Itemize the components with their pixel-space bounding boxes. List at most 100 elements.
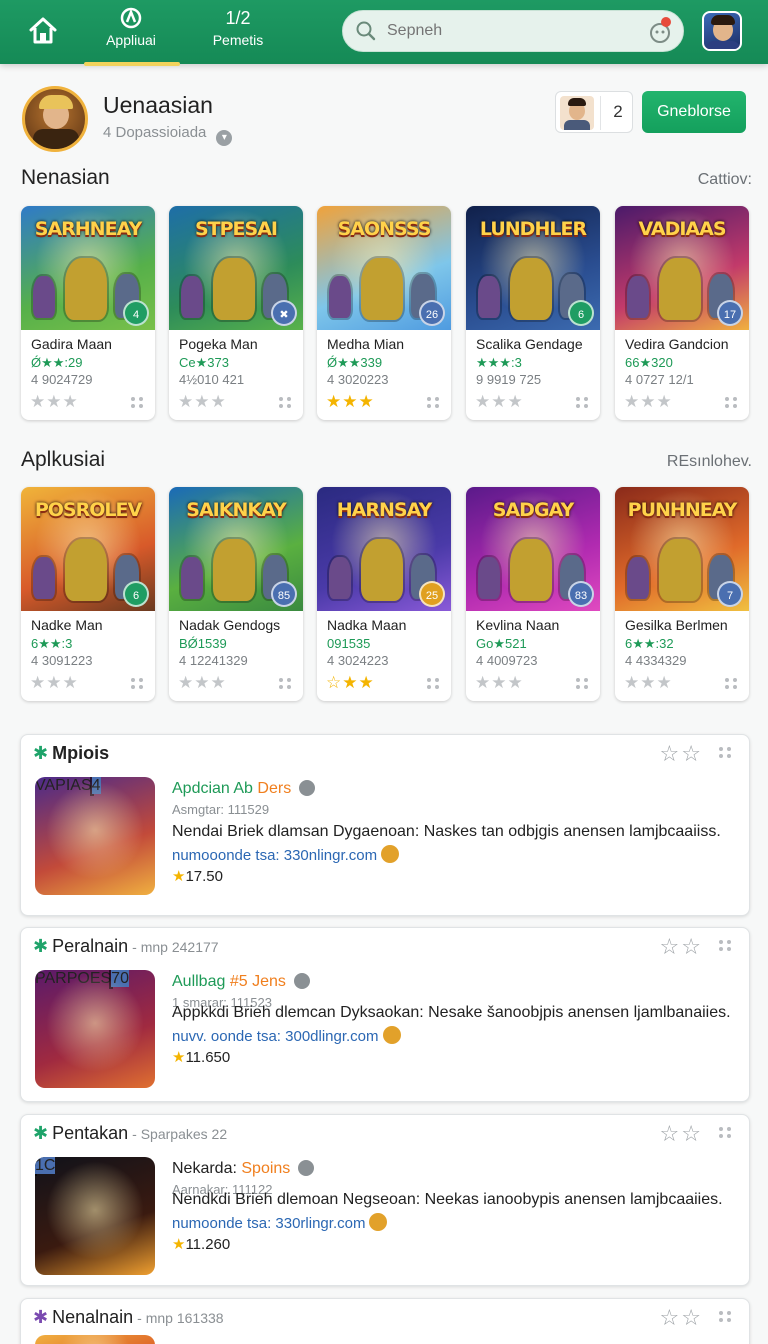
more-options-icon[interactable] <box>719 747 733 761</box>
more-options-icon[interactable] <box>279 678 293 690</box>
tab-apps-label: Appliuai <box>106 32 156 48</box>
profile-avatar[interactable] <box>22 86 88 152</box>
favorite-stars[interactable]: ☆☆ <box>660 741 703 767</box>
search-bar[interactable] <box>342 10 684 52</box>
star-rating[interactable]: ★★★ <box>30 673 79 693</box>
app-badge: 6 <box>568 300 594 326</box>
chevron-down-icon[interactable]: ▾ <box>216 130 233 146</box>
featured-item-link[interactable]: numooonde tsa: 330nlingr.com <box>172 845 400 864</box>
app-card[interactable]: SARHNEAY 4 Gadira Maan Ǿ★★:29 4 9024729 ★★★ <box>21 206 155 420</box>
app-card[interactable]: LUNDHLER 6 Scalika Gendage ★★★:3 9 9919 725 ★… <box>466 206 600 420</box>
star-rating[interactable]: ★★★ <box>178 392 227 412</box>
more-options-icon[interactable] <box>719 1311 733 1325</box>
profile-header: Uenaasian 4 Dopassioiada ▾ 2 Gneblorse <box>0 80 768 160</box>
section-see-all-link[interactable]: REsınlohev. <box>667 453 752 471</box>
app-badge: 85 <box>271 581 297 607</box>
character-figure <box>659 539 701 601</box>
chevron-down-icon[interactable] <box>299 780 316 796</box>
featured-item-title-main: Aullbag <box>172 973 226 990</box>
star-rating[interactable]: ★★★ <box>30 392 79 412</box>
app-thumbnail[interactable]: HARNSAY 25 <box>317 487 451 611</box>
more-options-icon[interactable] <box>427 397 441 409</box>
app-rating-text: 6★★:3 <box>31 636 73 651</box>
gear-icon: ✱ <box>33 1123 49 1143</box>
app-card[interactable]: STPESAI ✖ Pogeka Man Ce★373 4½010 421 ★★★ <box>169 206 303 420</box>
app-badge: 17 <box>717 300 743 326</box>
section-see-all-link[interactable]: Cattiov: <box>698 171 752 189</box>
user-avatar[interactable] <box>702 11 742 51</box>
featured-item[interactable]: ✱Mpiois ☆☆ VAPIAS4 Apdcian Ab Ders Asmgtar: … <box>20 734 750 916</box>
featured-item-title[interactable]: Aullbag #5 Jens <box>172 973 310 991</box>
app-card[interactable]: PUNHNEAY 7 Gesilka Berlmen 6★★:32 4 4334329 ★… <box>615 487 749 701</box>
star-rating[interactable]: ☆★★ <box>326 673 375 693</box>
more-options-icon[interactable] <box>576 397 590 409</box>
star-rating[interactable]: ★★★ <box>475 392 524 412</box>
app-thumbnail[interactable]: POSROLEV 6 <box>21 487 155 611</box>
app-thumbnail[interactable]: STPESAI ✖ <box>169 206 303 330</box>
featured-item-link[interactable]: nuvv. oonde tsa: 300dlingr.com <box>172 1026 401 1045</box>
featured-item[interactable]: ✱Pentakan- Sparpakes 22 ☆☆ 1C Nekarda: Spoi… <box>20 1114 750 1286</box>
star-rating[interactable]: ★★★ <box>178 673 227 693</box>
star-rating[interactable]: ★★★ <box>624 392 673 412</box>
app-thumbnail[interactable]: VADIAAS 17 <box>615 206 749 330</box>
tab-apps[interactable]: Appliuai <box>84 6 180 66</box>
app-thumbnail[interactable]: SARHNEAY 4 <box>21 206 155 330</box>
followers-widget[interactable]: 2 <box>555 91 633 133</box>
chevron-down-icon[interactable] <box>293 973 310 989</box>
app-thumbnail[interactable]: SAIKNKAY 85 <box>169 487 303 611</box>
divider <box>600 96 601 130</box>
tab-permissions[interactable]: 1/2 Pemetis <box>198 6 278 62</box>
featured-item-rating: ★11.650 <box>172 1048 230 1066</box>
more-options-icon[interactable] <box>725 397 739 409</box>
character-figure <box>478 557 500 599</box>
more-options-icon[interactable] <box>576 678 590 690</box>
app-name: Vedira Gandcion <box>625 336 729 352</box>
favorite-stars[interactable]: ☆☆ <box>660 934 703 960</box>
favorite-stars[interactable]: ☆☆ <box>660 1305 703 1331</box>
favorite-stars[interactable]: ☆☆ <box>660 1121 703 1147</box>
home-icon[interactable] <box>26 14 60 48</box>
app-card[interactable]: HARNSAY 25 Nadka Maan 091535 4 3024223 ☆★★ <box>317 487 451 701</box>
featured-item[interactable]: ✱Peralnain- mnp 242177 ☆☆ PARPOES70 Aullbag… <box>20 927 750 1102</box>
search-input[interactable] <box>387 19 637 43</box>
app-thumbnail[interactable]: SADGAY 83 <box>466 487 600 611</box>
app-downloads: 4 4334329 <box>625 653 687 668</box>
featured-item-subheading: - Sparpakes 22 <box>132 1126 228 1142</box>
app-downloads: 4½010 421 <box>179 372 245 387</box>
chevron-down-icon[interactable] <box>298 1160 315 1176</box>
app-badge: 83 <box>568 581 594 607</box>
featured-item-image[interactable]: 1C <box>35 1157 155 1275</box>
featured-item-heading: Nenalnain <box>52 1307 134 1327</box>
featured-item-image[interactable]: VAPIAS4 <box>35 777 155 895</box>
app-downloads: 4 12241329 <box>179 653 248 668</box>
star-rating[interactable]: ★★★ <box>326 392 375 412</box>
featured-item-title[interactable]: Nekarda: Spoins <box>172 1160 315 1178</box>
more-options-icon[interactable] <box>131 397 145 409</box>
character-figure <box>627 276 649 318</box>
primary-action-button[interactable]: Gneblorse <box>642 91 746 133</box>
featured-item-image[interactable]: PARPOES70 <box>35 970 155 1088</box>
more-options-icon[interactable] <box>719 940 733 954</box>
app-card[interactable]: SADGAY 83 Kevlina Naan Go★521 4 4009723 ★★★ <box>466 487 600 701</box>
more-options-icon[interactable] <box>131 678 145 690</box>
app-thumbnail[interactable]: PUNHNEAY 7 <box>615 487 749 611</box>
featured-item-image[interactable] <box>35 1335 155 1344</box>
more-options-icon[interactable] <box>427 678 441 690</box>
more-options-icon[interactable] <box>719 1127 733 1141</box>
app-card[interactable]: SAIKNKAY 85 Nadak Gendogs BǾ1539 4 12241329 ★… <box>169 487 303 701</box>
character-figure <box>659 258 701 320</box>
app-thumbnail[interactable]: LUNDHLER 6 <box>466 206 600 330</box>
featured-item-title-accent: Ders <box>257 780 292 797</box>
star-rating[interactable]: ★★★ <box>624 673 673 693</box>
app-card[interactable]: VADIAAS 17 Vedira Gandcion 66★320 4 0727 12/… <box>615 206 749 420</box>
more-options-icon[interactable] <box>725 678 739 690</box>
app-thumbnail[interactable]: SAONSSS 26 <box>317 206 451 330</box>
app-card[interactable]: SAONSSS 26 Medha Mian Ǿ★★339 4 3020223 ★★★ <box>317 206 451 420</box>
star-icon: ★ <box>172 1049 186 1066</box>
featured-item-title[interactable]: Apdcian Ab Ders <box>172 780 316 798</box>
app-card[interactable]: POSROLEV 6 Nadke Man 6★★:3 4 3091223 ★★★ <box>21 487 155 701</box>
star-rating[interactable]: ★★★ <box>475 673 524 693</box>
featured-item-link[interactable]: numoonde tsa: 330rlingr.com <box>172 1213 388 1232</box>
featured-item[interactable]: ✱ Nenalnain - mnp 161338 ☆☆ <box>20 1298 750 1344</box>
more-options-icon[interactable] <box>279 397 293 409</box>
